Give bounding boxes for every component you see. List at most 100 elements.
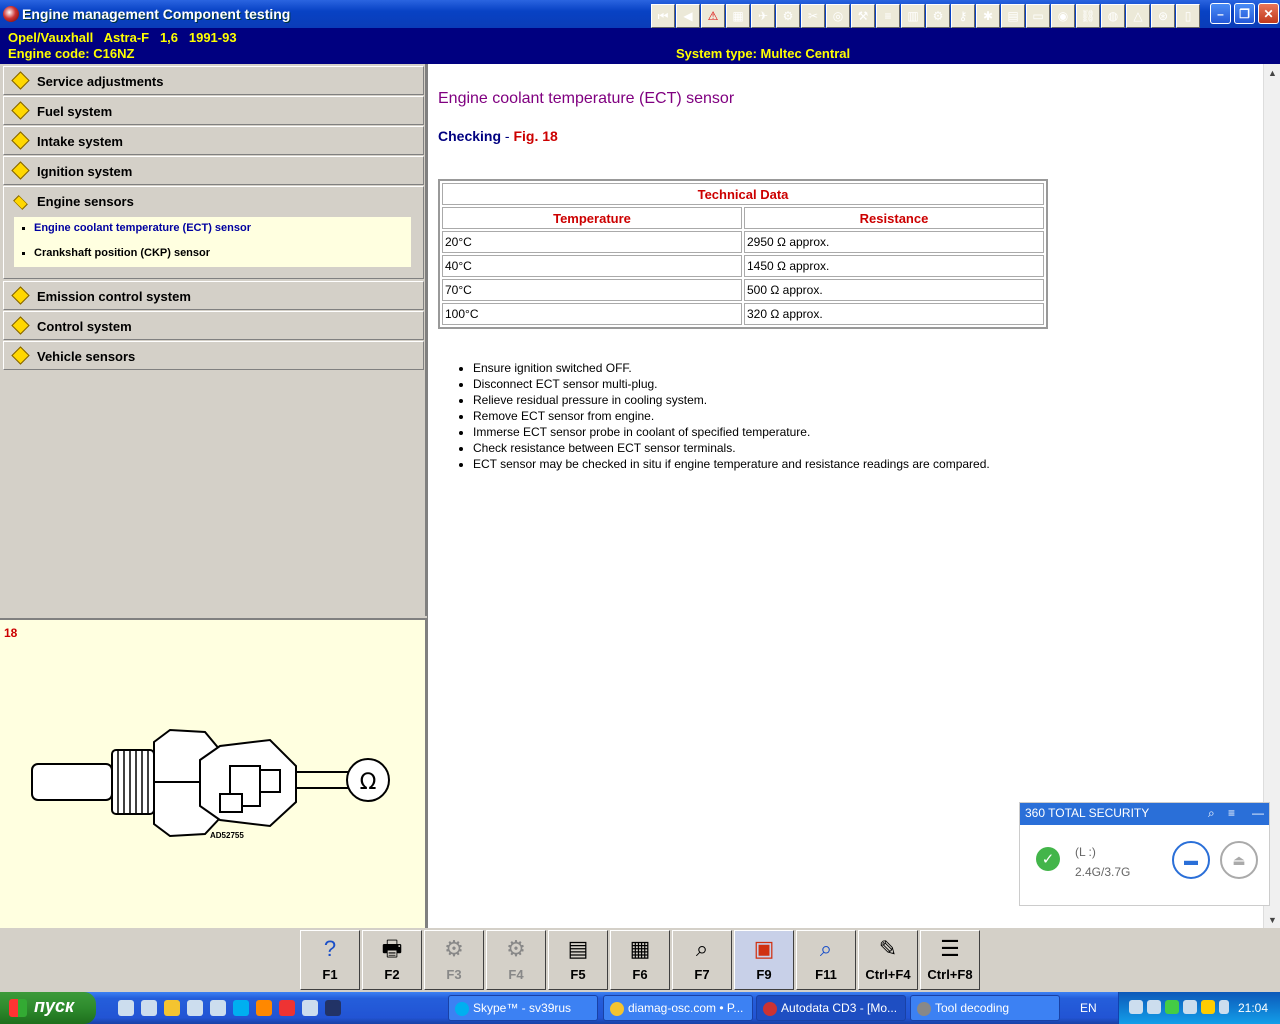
category-control-system[interactable]: Control system: [3, 311, 424, 340]
f7-button[interactable]: ⌕ F7: [672, 930, 732, 990]
ctrl-f4-button[interactable]: ✎ Ctrl+F4: [858, 930, 918, 990]
airbag-icon[interactable]: △: [1126, 4, 1150, 28]
repair-icon[interactable]: ⚙: [926, 4, 950, 28]
notes-icon[interactable]: ▯: [1176, 4, 1200, 28]
task-autodata[interactable]: Autodata CD3 - [Mo...: [756, 995, 906, 1021]
task-tool-decoding[interactable]: Tool decoding: [910, 995, 1060, 1021]
security-tray-icon[interactable]: [1165, 1000, 1179, 1014]
engine-icon[interactable]: ▥: [901, 4, 925, 28]
search-icon[interactable]: ⌕: [1208, 806, 1215, 821]
autodata-icon: [763, 1002, 777, 1016]
belt-icon[interactable]: ⛓: [1076, 4, 1100, 28]
vehicle-info-bar: Opel/Vauxhall Astra-F 1,6 1991-93 Engine…: [0, 28, 1280, 64]
key-icon[interactable]: ⚷: [951, 4, 975, 28]
figure-code: AD52755: [210, 831, 244, 840]
printer-icon: 🖶: [381, 936, 403, 961]
checking-label: Checking: [438, 128, 502, 144]
quicklaunch-icon[interactable]: [187, 1000, 203, 1016]
task-browser[interactable]: diamag-osc.com • P...: [603, 995, 753, 1021]
close-button[interactable]: ✕: [1258, 3, 1279, 24]
security-widget: 360 TOTAL SECURITY ⌕ ≡ — ✓ (L :) 2.4G/3.…: [1019, 802, 1270, 906]
scroll-up-icon[interactable]: ▲: [1264, 64, 1280, 81]
vehicle-id-icon[interactable]: ✈: [751, 4, 775, 28]
tray-icon[interactable]: [1129, 1000, 1143, 1014]
submenu-item-ect-sensor[interactable]: Engine coolant temperature (ECT) sensor: [22, 222, 251, 234]
task-skype[interactable]: Skype™ - sv39rus: [448, 995, 598, 1021]
gauge-icon[interactable]: ◎: [826, 4, 850, 28]
chrome-icon[interactable]: [164, 1000, 180, 1016]
system-tray: 21:04: [1118, 992, 1280, 1024]
bluetooth-icon[interactable]: [1219, 1000, 1229, 1014]
first-page-icon[interactable]: ⏮: [651, 4, 675, 28]
procedure-step: Immerse ECT sensor probe in coolant of s…: [473, 424, 990, 440]
f5-button[interactable]: ▤ F5: [548, 930, 608, 990]
category-intake-system[interactable]: Intake system: [3, 126, 424, 155]
ohmmeter-symbol: Ω: [360, 770, 377, 795]
ect-sensor-illustration: Ω AD52755: [31, 728, 390, 840]
monitor-icon[interactable]: ▭: [1026, 4, 1050, 28]
index-icon[interactable]: ▦: [726, 4, 750, 28]
language-indicator[interactable]: EN: [1080, 1001, 1097, 1015]
expand-arrow-icon: [11, 161, 30, 180]
back-icon[interactable]: ◀: [676, 4, 700, 28]
network-icon[interactable]: [1147, 1000, 1161, 1014]
yandex-icon[interactable]: [279, 1000, 295, 1016]
skype-icon[interactable]: [233, 1000, 249, 1016]
timing-icon[interactable]: ≡: [876, 4, 900, 28]
app-icon[interactable]: [3, 6, 19, 22]
start-button[interactable]: пуск: [0, 992, 96, 1024]
quicklaunch-icon[interactable]: [325, 1000, 341, 1016]
f3-button[interactable]: ⚙ F3: [424, 930, 484, 990]
camera-icon[interactable]: ◉: [1051, 4, 1075, 28]
drive-usage: 2.4G/3.7G: [1075, 865, 1131, 879]
quicklaunch-icon[interactable]: [210, 1000, 226, 1016]
search-icon: ⌕: [819, 936, 833, 961]
category-vehicle-sensors[interactable]: Vehicle sensors: [3, 341, 424, 370]
quicklaunch-icon[interactable]: [141, 1000, 157, 1016]
f4-button[interactable]: ⚙ F4: [486, 930, 546, 990]
diagnostic-icon[interactable]: ✱: [976, 4, 1000, 28]
eject-icon[interactable]: ⏏: [1220, 841, 1258, 879]
ctrl-f8-button[interactable]: ☰ Ctrl+F8: [920, 930, 980, 990]
quicklaunch-icon[interactable]: [118, 1000, 134, 1016]
submenu-item-ckp-sensor[interactable]: Crankshaft position (CKP) sensor: [22, 247, 210, 259]
window-title: Engine management Component testing: [22, 6, 291, 22]
figure-link[interactable]: Fig. 18: [513, 128, 557, 144]
service-icon[interactable]: ⚙: [776, 4, 800, 28]
technical-data-table: Technical Data Temperature Resistance 20…: [438, 179, 1048, 329]
f9-button[interactable]: ▣ F9: [734, 930, 794, 990]
abs-icon[interactable]: ⊛: [1151, 4, 1175, 28]
column-header-resistance: Resistance: [744, 207, 1044, 229]
minimize-icon[interactable]: —: [1252, 806, 1264, 820]
key-label: F11: [815, 967, 837, 982]
menu-icon[interactable]: ≡: [1228, 806, 1235, 820]
maximize-button[interactable]: ❐: [1234, 3, 1255, 24]
tray-icon[interactable]: [1183, 1000, 1197, 1014]
taskbar: пуск Skype™ - sv39rus diamag-osc.com • P…: [0, 992, 1280, 1024]
category-ignition-system[interactable]: Ignition system: [3, 156, 424, 185]
category-fuel-system[interactable]: Fuel system: [3, 96, 424, 125]
vertical-scrollbar[interactable]: ▲ ▼: [1263, 64, 1280, 928]
tray-icon[interactable]: [1201, 1000, 1215, 1014]
f1-help-button[interactable]: ? F1: [300, 930, 360, 990]
wiring-icon[interactable]: ▤: [1001, 4, 1025, 28]
f11-button[interactable]: ⌕ F11: [796, 930, 856, 990]
warning-icon[interactable]: ⚠: [701, 4, 725, 28]
minimize-button[interactable]: –: [1210, 3, 1231, 24]
scroll-down-icon[interactable]: ▼: [1264, 911, 1280, 928]
category-emission-control-system[interactable]: Emission control system: [3, 281, 424, 310]
wheel-icon[interactable]: ◍: [1101, 4, 1125, 28]
temperature-cell: 70°C: [442, 279, 742, 301]
quicklaunch-icon[interactable]: [302, 1000, 318, 1016]
category-label: Vehicle sensors: [37, 349, 136, 364]
wiring-diagram-icon: ▤: [567, 936, 589, 961]
category-service-adjustments[interactable]: Service adjustments: [3, 66, 424, 95]
f2-print-button[interactable]: 🖶 F2: [362, 930, 422, 990]
technical-data-icon[interactable]: ⚒: [851, 4, 875, 28]
folder-icon[interactable]: ▬: [1172, 841, 1210, 879]
tools-icon[interactable]: ✂: [801, 4, 825, 28]
start-label: пуск: [34, 996, 75, 1016]
resistance-cell: 2950 Ω approx.: [744, 231, 1044, 253]
f6-button[interactable]: ▦ F6: [610, 930, 670, 990]
quicklaunch-icon[interactable]: [256, 1000, 272, 1016]
